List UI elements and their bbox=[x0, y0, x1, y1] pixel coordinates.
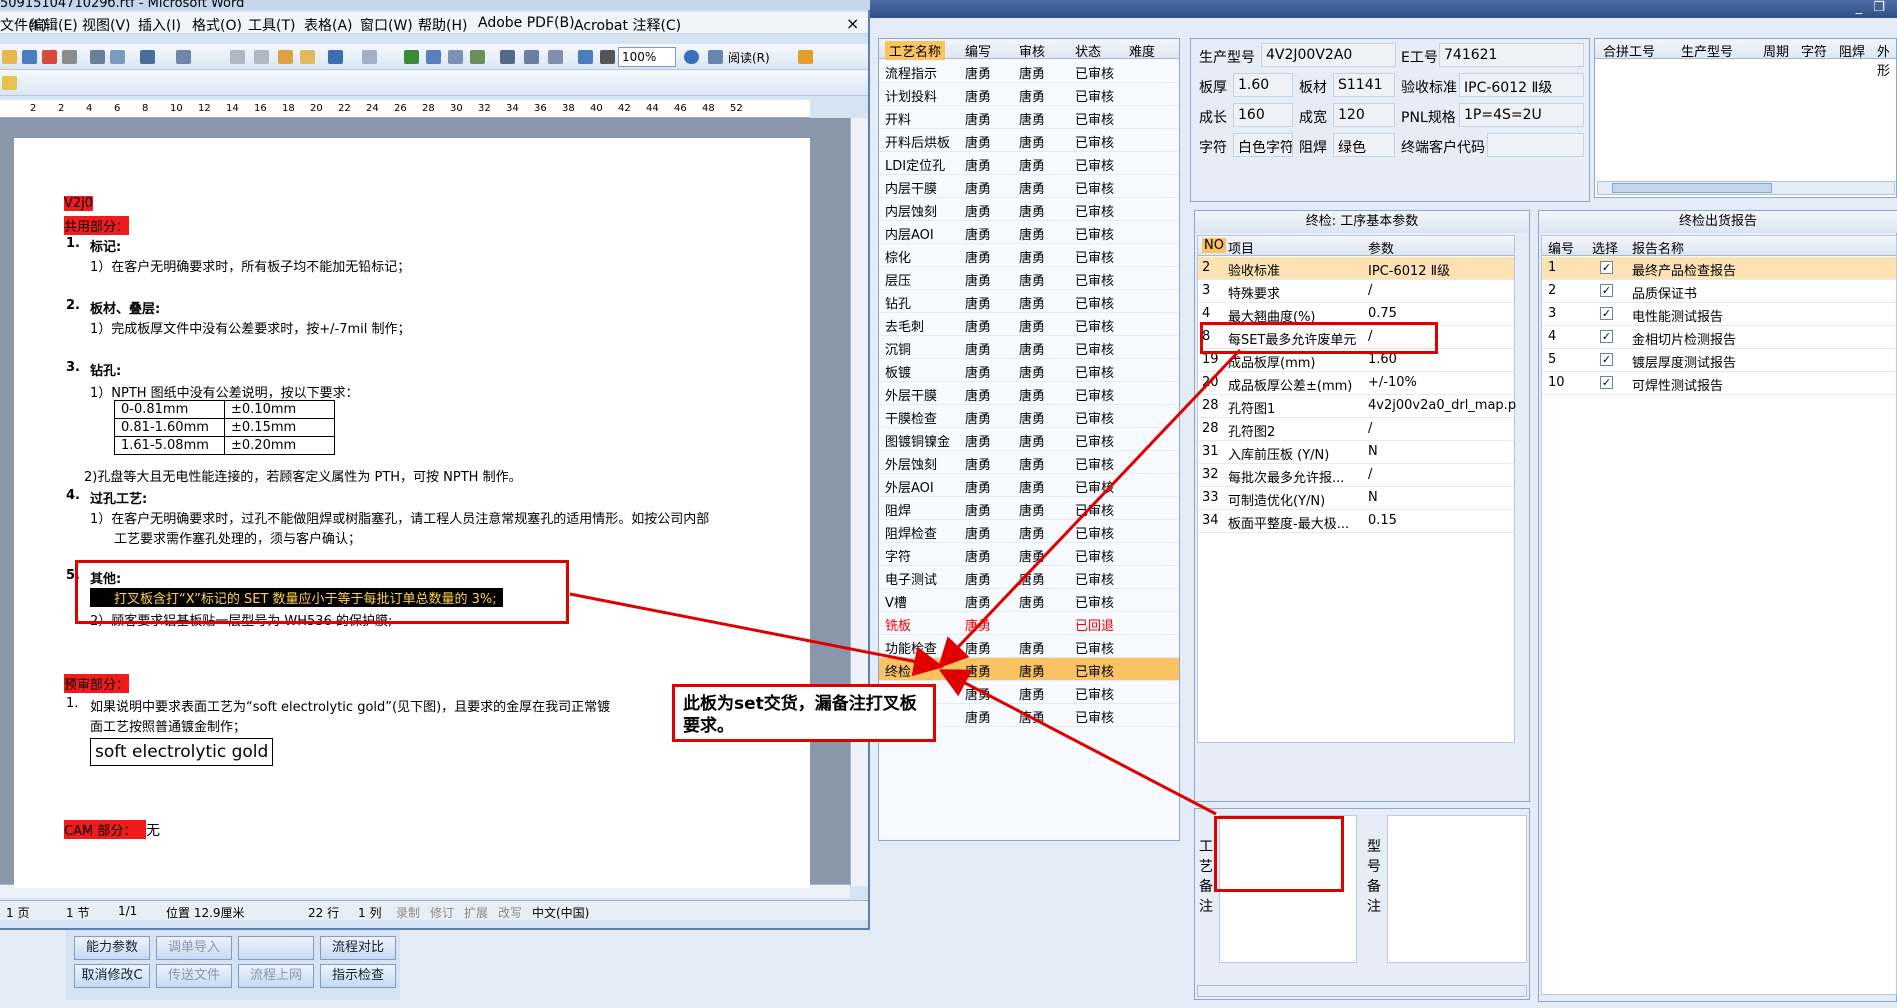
annotation-arrows bbox=[569, 348, 1242, 816]
